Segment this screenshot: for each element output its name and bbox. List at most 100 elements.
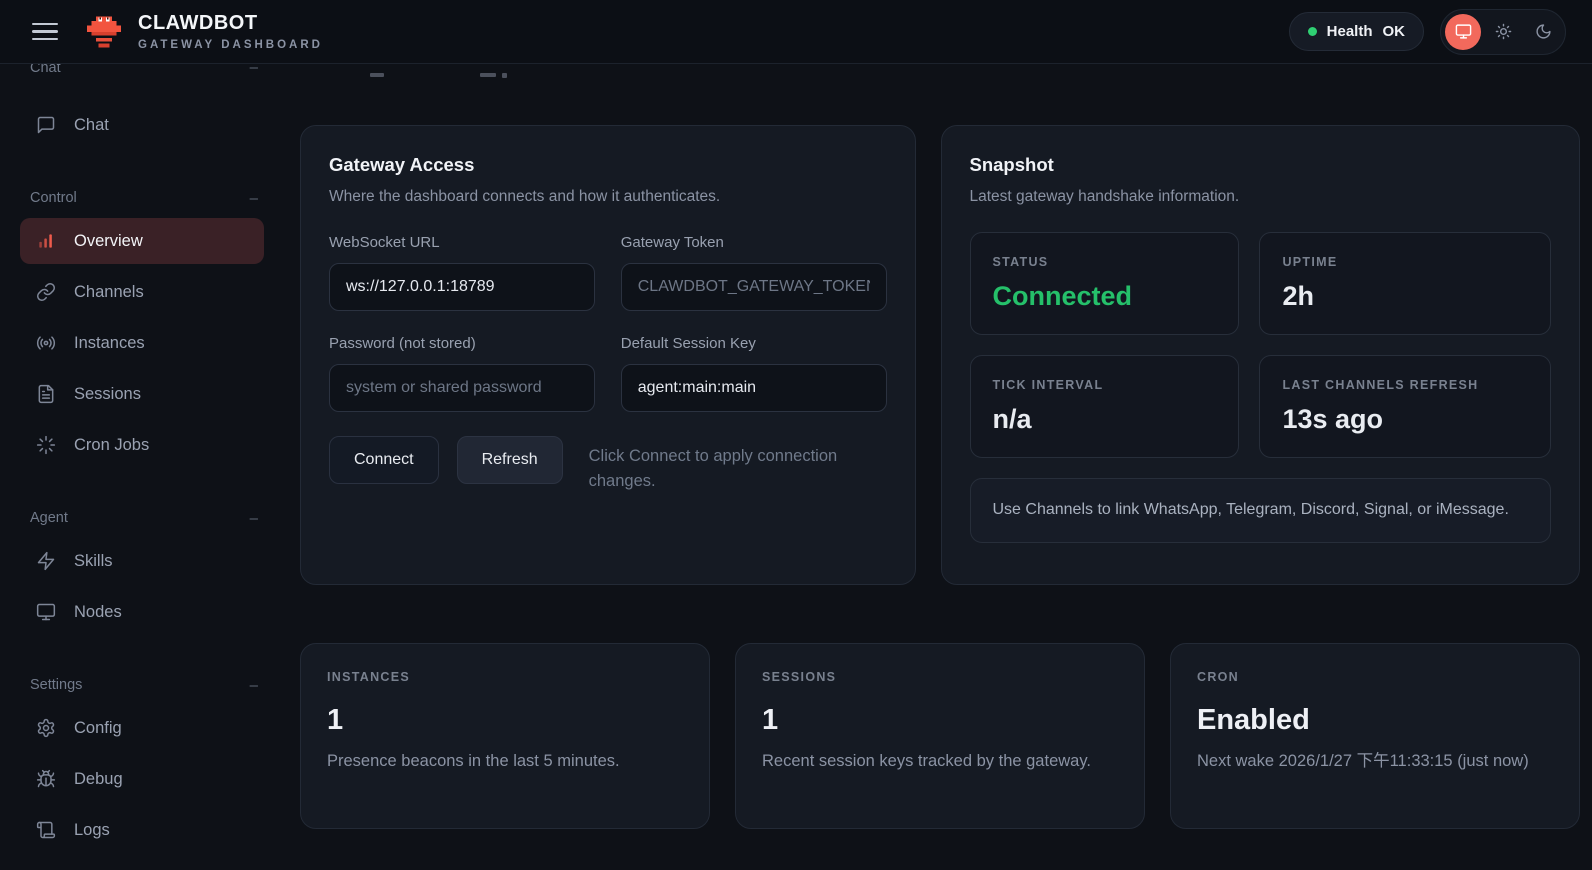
cron-stat-card: CRON Enabled Next wake 2026/1/27 下午11:33… bbox=[1170, 643, 1580, 829]
section-label: Settings bbox=[30, 677, 82, 693]
sidebar-item-channels[interactable]: Channels bbox=[20, 269, 264, 315]
channels-note: Use Channels to link WhatsApp, Telegram,… bbox=[970, 478, 1551, 543]
stat-description: Recent session keys tracked by the gatew… bbox=[762, 749, 1118, 774]
bug-icon bbox=[36, 769, 56, 789]
websocket-url-input[interactable] bbox=[329, 263, 595, 311]
sidebar-item-sessions[interactable]: Sessions bbox=[20, 371, 264, 417]
sidebar-item-label: Instances bbox=[74, 334, 145, 353]
connect-button[interactable]: Connect bbox=[329, 436, 439, 484]
instances-value: 1 bbox=[327, 704, 683, 737]
bar-chart-icon bbox=[36, 231, 56, 251]
sidebar-item-label: Cron Jobs bbox=[74, 436, 149, 455]
health-label: Health bbox=[1327, 23, 1373, 40]
tile-label: UPTIME bbox=[1282, 255, 1528, 269]
snapshot-card: Snapshot Latest gateway handshake inform… bbox=[941, 125, 1580, 585]
app-title: CLAWDBOT bbox=[138, 12, 323, 35]
status-value: Connected bbox=[993, 281, 1217, 312]
card-subtitle: Where the dashboard connects and how it … bbox=[329, 188, 887, 206]
sidebar-item-label: Overview bbox=[74, 232, 143, 251]
sidebar-item-instances[interactable]: Instances bbox=[20, 320, 264, 366]
stat-label: INSTANCES bbox=[327, 670, 683, 684]
tick-interval-tile: TICK INTERVAL n/a bbox=[970, 355, 1240, 458]
password-label: Password (not stored) bbox=[329, 335, 595, 352]
websocket-url-label: WebSocket URL bbox=[329, 234, 595, 251]
moon-icon bbox=[1535, 23, 1552, 40]
sidebar-item-label: Chat bbox=[74, 116, 109, 135]
sessions-value: 1 bbox=[762, 704, 1118, 737]
sidebar-item-cron-jobs[interactable]: Cron Jobs bbox=[20, 422, 264, 468]
sidebar-section-chat: Chat – bbox=[30, 64, 260, 78]
stat-label: CRON bbox=[1197, 670, 1553, 684]
card-title: Gateway Access bbox=[329, 154, 887, 176]
scroll-icon bbox=[36, 820, 56, 840]
monitor-icon bbox=[36, 602, 56, 622]
sidebar-item-label: Logs bbox=[74, 821, 110, 840]
card-subtitle: Latest gateway handshake information. bbox=[970, 188, 1551, 206]
tick-interval-value: n/a bbox=[993, 404, 1217, 435]
sidebar-item-label: Debug bbox=[74, 770, 123, 789]
theme-light-button[interactable] bbox=[1485, 14, 1521, 50]
last-channels-refresh-tile: LAST CHANNELS REFRESH 13s ago bbox=[1259, 355, 1551, 458]
session-key-input[interactable] bbox=[621, 364, 887, 412]
stat-label: SESSIONS bbox=[762, 670, 1118, 684]
password-input[interactable] bbox=[329, 364, 595, 412]
brand: CLAWDBOT GATEWAY DASHBOARD bbox=[84, 12, 323, 51]
sun-icon bbox=[1495, 23, 1512, 40]
file-text-icon bbox=[36, 384, 56, 404]
uptime-tile: UPTIME 2h bbox=[1259, 232, 1551, 335]
collapse-section-icon[interactable]: – bbox=[248, 64, 260, 76]
sidebar-item-skills[interactable]: Skills bbox=[20, 538, 264, 584]
radio-icon bbox=[36, 333, 56, 353]
sidebar-item-label: Skills bbox=[74, 552, 113, 571]
collapse-section-icon[interactable]: – bbox=[248, 190, 260, 207]
theme-toggle-group bbox=[1440, 9, 1566, 55]
health-value: OK bbox=[1383, 23, 1406, 40]
gateway-access-card: Gateway Access Where the dashboard conne… bbox=[300, 125, 916, 585]
cron-value: Enabled bbox=[1197, 704, 1553, 737]
main-content: Gateway Access Where the dashboard conne… bbox=[282, 64, 1592, 870]
gateway-token-input[interactable] bbox=[621, 263, 887, 311]
collapse-section-icon[interactable]: – bbox=[248, 510, 260, 527]
health-dot-icon bbox=[1308, 27, 1317, 36]
tile-label: LAST CHANNELS REFRESH bbox=[1282, 378, 1528, 392]
collapse-section-icon[interactable]: – bbox=[248, 677, 260, 694]
sidebar-section-settings: Settings – bbox=[30, 675, 260, 695]
chat-bubble-icon bbox=[36, 115, 56, 135]
sidebar-item-label: Sessions bbox=[74, 385, 141, 404]
status-tile: STATUS Connected bbox=[970, 232, 1240, 335]
sidebar-item-debug[interactable]: Debug bbox=[20, 756, 264, 802]
health-status-badge: Health OK bbox=[1289, 12, 1424, 51]
sidebar: Chat – Chat Control – Overview bbox=[0, 64, 282, 870]
section-label: Control bbox=[30, 190, 77, 206]
tile-label: STATUS bbox=[993, 255, 1217, 269]
pixel-crab-logo bbox=[84, 14, 124, 50]
sidebar-item-label: Channels bbox=[74, 283, 144, 302]
sidebar-item-chat[interactable]: Chat bbox=[20, 102, 264, 148]
menu-icon[interactable] bbox=[28, 14, 62, 50]
stat-description: Next wake 2026/1/27 下午11:33:15 (just now… bbox=[1197, 749, 1553, 774]
tile-label: TICK INTERVAL bbox=[993, 378, 1217, 392]
loader-icon bbox=[36, 435, 56, 455]
sidebar-item-overview[interactable]: Overview bbox=[20, 218, 264, 264]
theme-dark-button[interactable] bbox=[1525, 14, 1561, 50]
gear-icon bbox=[36, 718, 56, 738]
theme-system-button[interactable] bbox=[1445, 14, 1481, 50]
card-title: Snapshot bbox=[970, 154, 1551, 176]
instances-stat-card: INSTANCES 1 Presence beacons in the last… bbox=[300, 643, 710, 829]
session-key-label: Default Session Key bbox=[621, 335, 887, 352]
sidebar-item-label: Nodes bbox=[74, 603, 122, 622]
sidebar-item-logs[interactable]: Logs bbox=[20, 807, 264, 853]
section-label: Agent bbox=[30, 510, 68, 526]
sessions-stat-card: SESSIONS 1 Recent session keys tracked b… bbox=[735, 643, 1145, 829]
sidebar-item-config[interactable]: Config bbox=[20, 705, 264, 751]
section-label: Chat bbox=[30, 64, 61, 76]
uptime-value: 2h bbox=[1282, 281, 1528, 312]
link-icon bbox=[36, 282, 56, 302]
app-header: CLAWDBOT GATEWAY DASHBOARD Health OK bbox=[0, 0, 1592, 64]
gateway-token-label: Gateway Token bbox=[621, 234, 887, 251]
sidebar-item-nodes[interactable]: Nodes bbox=[20, 589, 264, 635]
app-subtitle: GATEWAY DASHBOARD bbox=[138, 39, 323, 51]
stat-description: Presence beacons in the last 5 minutes. bbox=[327, 749, 683, 774]
refresh-button[interactable]: Refresh bbox=[457, 436, 563, 484]
connect-helper-text: Click Connect to apply connection change… bbox=[589, 444, 887, 494]
